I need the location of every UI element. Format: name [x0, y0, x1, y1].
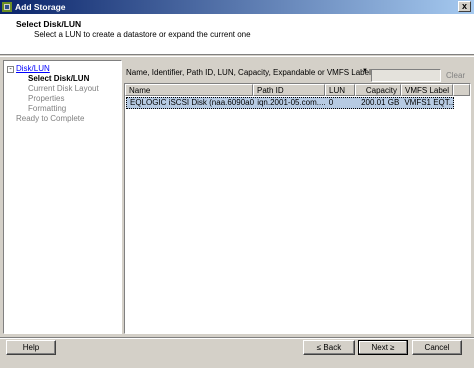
cancel-button[interactable]: Cancel — [412, 340, 462, 355]
wizard-header: Select Disk/LUN Select a LUN to create a… — [0, 14, 474, 55]
step-ready-to-complete: Ready to Complete — [16, 114, 85, 123]
next-button[interactable]: Next ≥ — [358, 340, 408, 355]
step-group-disk-lun[interactable]: Disk/LUN — [16, 64, 50, 73]
page-title: Select Disk/LUN — [16, 19, 82, 29]
step-current-disk-layout: Current Disk Layout — [28, 84, 99, 93]
header-divider — [0, 56, 474, 57]
app-icon — [2, 2, 12, 12]
dropdown-arrow-icon[interactable]: ▼ — [362, 68, 368, 74]
cell-capacity: 200.01 GB — [361, 98, 400, 107]
main-content: Name, Identifier, Path ID, LUN, Capacity… — [124, 60, 471, 334]
footer-divider-highlight — [0, 338, 474, 339]
cell-name: EQLOGIC iSCSI Disk (naa.6090a038... — [130, 98, 255, 107]
step-formatting: Formatting — [28, 104, 67, 113]
page-subtitle: Select a LUN to create a datastore or ex… — [34, 30, 251, 39]
lun-table: Name Path ID LUN Capacity VMFS Label EQL… — [124, 83, 471, 334]
column-header-name[interactable]: Name — [125, 84, 253, 96]
step-properties: Properties — [28, 94, 65, 103]
help-button[interactable]: Help — [6, 340, 56, 355]
back-button[interactable]: ≤ Back — [303, 340, 355, 355]
cell-vmfs-label: VMFS1 EQT... — [404, 98, 454, 107]
table-row[interactable]: EQLOGIC iSCSI Disk (naa.6090a038... iqn.… — [126, 97, 454, 109]
cell-lun: 0 — [328, 98, 334, 107]
window-title: Add Storage — [15, 2, 66, 12]
clear-button[interactable]: Clear — [446, 71, 465, 80]
column-header-lun[interactable]: LUN — [325, 84, 355, 96]
table-header: Name Path ID LUN Capacity VMFS Label — [125, 84, 470, 96]
collapse-icon[interactable]: - — [7, 66, 14, 73]
filter-row: Name, Identifier, Path ID, LUN, Capacity… — [124, 63, 471, 82]
title-bar: Add Storage x — [0, 0, 474, 14]
cell-path-id: iqn.2001-05.com.... — [257, 98, 326, 107]
wizard-steps-panel: - Disk/LUN Select Disk/LUN Current Disk … — [3, 60, 122, 334]
column-header-extra[interactable] — [453, 84, 470, 96]
filter-input[interactable] — [371, 69, 441, 82]
close-button[interactable]: x — [458, 1, 471, 12]
column-header-path-id[interactable]: Path ID — [253, 84, 325, 96]
step-select-disk-lun: Select Disk/LUN — [28, 74, 90, 83]
filter-field-selector[interactable]: Name, Identifier, Path ID, LUN, Capacity… — [126, 68, 384, 77]
column-header-capacity[interactable]: Capacity — [355, 84, 401, 96]
column-header-vmfs-label[interactable]: VMFS Label — [401, 84, 453, 96]
